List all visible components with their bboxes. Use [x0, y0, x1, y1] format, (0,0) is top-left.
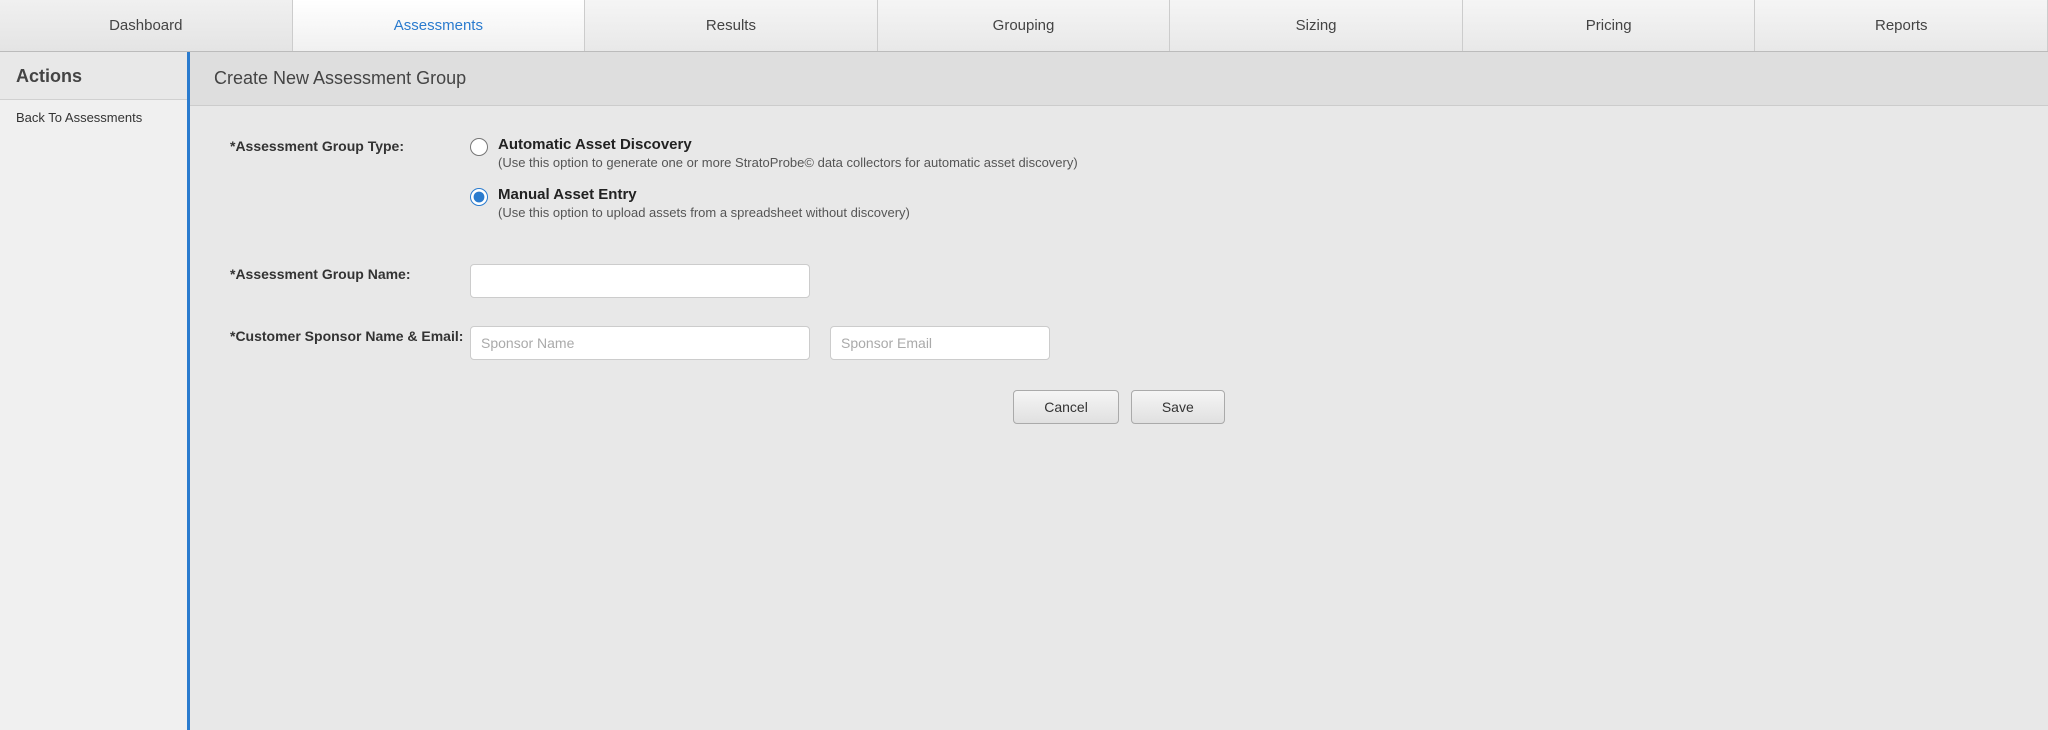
- sidebar: Actions Back To Assessments: [0, 52, 190, 730]
- assessment-group-name-input[interactable]: [470, 264, 810, 298]
- buttons-row: Cancel Save: [230, 390, 2008, 424]
- save-button[interactable]: Save: [1131, 390, 1225, 424]
- cancel-button[interactable]: Cancel: [1013, 390, 1119, 424]
- sidebar-item-back-to-assessments[interactable]: Back To Assessments: [0, 100, 187, 135]
- assessment-group-name-row: *Assessment Group Name:: [230, 264, 2008, 298]
- top-nav: Dashboard Assessments Results Grouping S…: [0, 0, 2048, 52]
- sponsor-email-input[interactable]: [830, 326, 1050, 360]
- automatic-sub-label: (Use this option to generate one or more…: [498, 155, 1078, 170]
- assessment-group-type-label: *Assessment Group Type:: [230, 136, 470, 154]
- assessment-group-type-row: *Assessment Group Type: Automatic Asset …: [230, 136, 2008, 236]
- tab-reports[interactable]: Reports: [1755, 0, 2048, 51]
- tab-pricing[interactable]: Pricing: [1463, 0, 1756, 51]
- sponsor-name-input[interactable]: [470, 326, 810, 360]
- automatic-main-label[interactable]: Automatic Asset Discovery: [498, 136, 1078, 153]
- tab-dashboard[interactable]: Dashboard: [0, 0, 293, 51]
- assessment-group-name-control: [470, 264, 2008, 298]
- tab-grouping[interactable]: Grouping: [878, 0, 1171, 51]
- sidebar-actions-header: Actions: [0, 52, 187, 100]
- automatic-label-group: Automatic Asset Discovery (Use this opti…: [498, 136, 1078, 170]
- content-header: Create New Assessment Group: [190, 52, 2048, 106]
- content-area: Create New Assessment Group *Assessment …: [190, 52, 2048, 730]
- customer-sponsor-row: *Customer Sponsor Name & Email:: [230, 326, 2008, 360]
- assessment-group-name-label: *Assessment Group Name:: [230, 264, 470, 282]
- main-layout: Actions Back To Assessments Create New A…: [0, 52, 2048, 730]
- manual-sub-label: (Use this option to upload assets from a…: [498, 205, 910, 220]
- automatic-option: Automatic Asset Discovery (Use this opti…: [470, 136, 2008, 170]
- customer-sponsor-label: *Customer Sponsor Name & Email:: [230, 326, 470, 344]
- content-body: *Assessment Group Type: Automatic Asset …: [190, 106, 2048, 454]
- assessment-group-type-control: Automatic Asset Discovery (Use this opti…: [470, 136, 2008, 236]
- manual-option: Manual Asset Entry (Use this option to u…: [470, 186, 2008, 220]
- sponsor-inputs-row: [470, 326, 2008, 360]
- manual-main-label[interactable]: Manual Asset Entry: [498, 186, 910, 203]
- manual-radio[interactable]: [470, 188, 488, 206]
- tab-results[interactable]: Results: [585, 0, 878, 51]
- automatic-radio[interactable]: [470, 138, 488, 156]
- tab-sizing[interactable]: Sizing: [1170, 0, 1463, 51]
- customer-sponsor-control: [470, 326, 2008, 360]
- tab-assessments[interactable]: Assessments: [293, 0, 586, 51]
- manual-label-group: Manual Asset Entry (Use this option to u…: [498, 186, 910, 220]
